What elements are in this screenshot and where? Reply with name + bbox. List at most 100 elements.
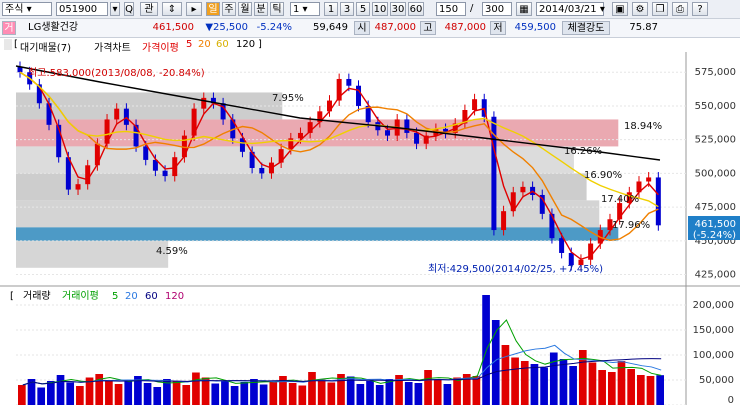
volume-bar <box>269 381 278 405</box>
volume-bar <box>636 375 645 405</box>
volume-bar <box>511 357 519 405</box>
legend-bracket: [ <box>14 39 18 50</box>
volume-legend-item: [ <box>10 291 14 302</box>
volume-bar <box>569 366 577 405</box>
stock-chart[interactable]: 575,000550,000525,000500,000475,000450,0… <box>0 0 740 405</box>
volume-bar <box>76 386 84 405</box>
volume-bar <box>259 384 268 405</box>
volume-legend-item: 60 <box>145 291 158 302</box>
volume-bar <box>288 383 297 405</box>
volume-bar <box>211 383 220 405</box>
price-tick-label: 425,000 <box>695 270 736 281</box>
volume-bar <box>472 376 481 405</box>
chart-legend: [ 대기매물(7) 가격차트 가격이평 5 20 60 120 ] <box>0 38 740 54</box>
legend-ma-120: 120 <box>236 39 256 50</box>
current-price-label: 461,500 <box>695 219 736 230</box>
volume-tick-label: 200,000 <box>693 300 734 311</box>
volume-bar <box>588 362 597 405</box>
legend-ma-20: 20 <box>198 39 211 50</box>
candle-body <box>646 177 652 182</box>
candle-body <box>404 119 410 133</box>
volume-bar <box>646 376 655 405</box>
min-price-annotation: 최저:429,500(2014/02/25, +7.45%) <box>428 263 603 275</box>
price-tick-label: 475,000 <box>695 202 736 213</box>
volume-legend-item: 5 <box>112 291 118 302</box>
price-tick-label: 500,000 <box>695 168 736 179</box>
candle-body <box>85 165 91 185</box>
volume-tick-label: 0 <box>728 395 734 405</box>
volume-bar <box>656 375 664 405</box>
volume-bar <box>172 381 181 405</box>
volume-bar <box>433 380 442 405</box>
volume-tick-label: 150,000 <box>693 325 734 336</box>
candle-body <box>559 238 565 253</box>
volume-bar <box>298 385 307 405</box>
volume-bar <box>105 381 113 405</box>
volume-bar <box>182 385 191 405</box>
legend-price-ma: 가격이평 <box>142 43 179 54</box>
volume-bar <box>530 364 539 405</box>
volume-bar <box>317 379 326 405</box>
candle-body <box>385 130 391 136</box>
volume-bar <box>230 386 239 405</box>
candle-body <box>520 186 526 193</box>
candle-body <box>414 132 420 144</box>
price-tick-label: 575,000 <box>695 67 736 78</box>
volume-bar <box>56 375 65 405</box>
volume-bar <box>414 383 423 405</box>
candle-body <box>133 124 139 147</box>
volume-bar <box>240 382 249 405</box>
volume-bar <box>443 384 452 405</box>
candle-body <box>356 85 362 106</box>
volume-bar <box>385 379 394 405</box>
volume-bar <box>627 369 635 405</box>
band-pct-label: 17.96% <box>612 220 650 231</box>
candle-body <box>123 108 129 125</box>
volume-legend-item: 120 <box>165 291 184 302</box>
band-pct-label: 18.94% <box>624 121 662 132</box>
candle-body <box>655 177 661 226</box>
supply-band <box>16 227 619 241</box>
legend-ma-5: 5 <box>186 39 193 50</box>
legend-main: 대기매물(7) <box>20 43 71 54</box>
legend-bracket-close: ] <box>258 39 262 50</box>
supply-band <box>16 240 169 268</box>
candle-body <box>75 184 81 190</box>
volume-bar <box>18 385 26 405</box>
volume-bar <box>540 367 548 405</box>
band-pct-label: 17.40% <box>601 194 639 205</box>
volume-bar <box>124 380 133 405</box>
volume-bar <box>47 381 55 405</box>
volume-bar <box>424 370 432 405</box>
volume-bar <box>404 382 413 405</box>
volume-bar <box>143 383 152 405</box>
band-pct-label: 16.26% <box>564 146 602 157</box>
candle-body <box>46 103 52 125</box>
volume-bar <box>192 372 200 405</box>
volume-bar <box>559 359 568 405</box>
volume-bar <box>453 377 461 405</box>
volume-bar <box>366 381 374 405</box>
volume-bar <box>501 345 510 405</box>
legend-collapse-icon[interactable] <box>4 39 12 50</box>
volume-bar <box>308 372 316 405</box>
volume-tick-label: 50,000 <box>699 375 734 386</box>
candle-body <box>346 78 352 86</box>
volume-bar <box>607 372 616 405</box>
legend-ma-60: 60 <box>216 39 229 50</box>
price-tick-label: 550,000 <box>695 101 736 112</box>
price-tick-label: 525,000 <box>695 135 736 146</box>
legend-price: 가격차트 <box>94 43 131 54</box>
candle-body <box>501 211 507 231</box>
volume-bar <box>153 387 162 405</box>
volume-bar <box>375 385 384 405</box>
candle-body <box>114 108 120 120</box>
candle-body <box>162 170 168 177</box>
volume-bar <box>66 382 75 405</box>
volume-legend-item: 거래량 <box>23 290 51 302</box>
candle-body <box>297 132 303 139</box>
volume-bar <box>598 370 606 405</box>
band-pct-label: 16.90% <box>584 170 622 181</box>
volume-bar <box>37 387 46 405</box>
volume-bar <box>549 352 558 405</box>
